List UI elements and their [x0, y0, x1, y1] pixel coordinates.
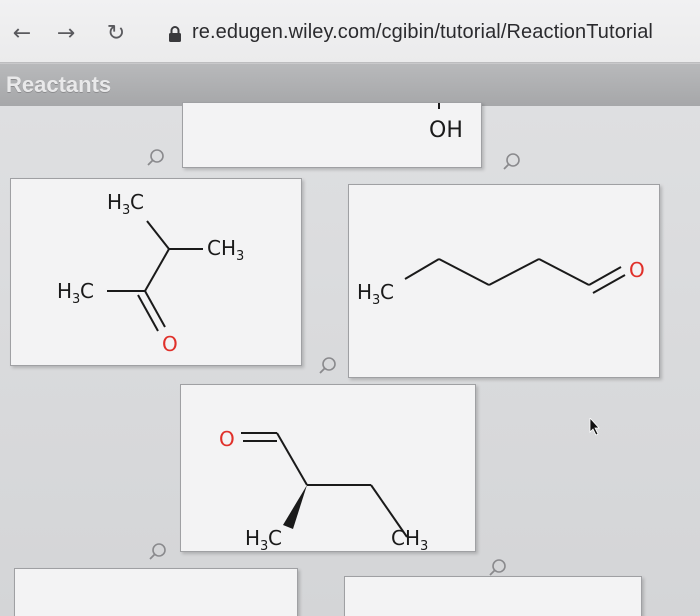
alcohol-structure: OH [429, 103, 463, 143]
svg-text:CH: CH [391, 526, 420, 550]
svg-text:C: C [80, 279, 94, 303]
hydroxyl-label: OH [429, 118, 463, 143]
methyl-label: H [57, 279, 72, 303]
magnifier-icon[interactable] [502, 152, 522, 172]
address-bar[interactable]: re.edugen.wiley.com/cgibin/tutorial/Reac… [192, 21, 653, 44]
svg-text:C: C [380, 280, 394, 304]
reactant-card-alcohol[interactable]: OH [182, 102, 482, 168]
magnifier-icon[interactable] [318, 356, 338, 376]
ketone-structure: H 3 C CH 3 H 3 C O [57, 190, 244, 356]
section-header: Reactants [0, 63, 700, 107]
magnifier-icon[interactable] [146, 148, 166, 168]
reactants-panel: OH H 3 C CH 3 H 3 C O H 3 C O O H 3 C CH… [0, 102, 700, 616]
methyl-label: H [245, 526, 260, 550]
oxygen-label: O [219, 427, 235, 451]
methyl-label: CH [207, 236, 236, 260]
mouse-cursor-icon [589, 418, 600, 436]
arrow-right-icon[interactable]: → [52, 20, 80, 48]
screen: ← → ↻ re.edugen.wiley.com/cgibin/tutoria… [0, 0, 700, 616]
reload-icon[interactable]: ↻ [102, 20, 130, 48]
section-title: Reactants [6, 72, 112, 97]
reactant-card-ketone[interactable]: H 3 C CH 3 H 3 C O [10, 178, 302, 366]
methyl-label: H [357, 280, 372, 304]
reactant-card-partial-left[interactable] [14, 568, 298, 616]
browser-toolbar: ← → ↻ re.edugen.wiley.com/cgibin/tutoria… [0, 0, 700, 63]
svg-text:C: C [268, 526, 282, 550]
reactant-card-aldehyde[interactable]: H 3 C O [348, 184, 660, 378]
reactant-card-chiral-aldehyde[interactable]: O H 3 C CH CH 3 [180, 384, 476, 552]
oxygen-label: O [629, 258, 645, 282]
svg-text:3: 3 [236, 249, 244, 264]
arrow-left-icon[interactable]: ← [8, 20, 36, 48]
magnifier-icon[interactable] [488, 558, 508, 578]
magnifier-icon[interactable] [148, 542, 168, 562]
svg-text:3: 3 [420, 539, 428, 551]
oxygen-label: O [162, 332, 178, 356]
methyl-label-end: CH 3 [391, 526, 428, 551]
reactant-card-partial-right[interactable] [344, 576, 642, 616]
aldehyde-structure: H 3 C O [357, 258, 645, 308]
methyl-label: H [107, 190, 122, 214]
svg-text:C: C [130, 190, 144, 214]
lock-icon [169, 26, 181, 42]
